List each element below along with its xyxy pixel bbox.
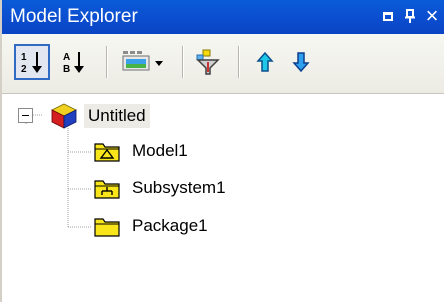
tree-root-label: Untitled	[84, 104, 150, 128]
tree-item-package1[interactable]: Package1	[94, 215, 208, 237]
svg-text:1: 1	[21, 52, 27, 63]
title-bar[interactable]: Model Explorer ×	[2, 0, 444, 34]
package-folder-icon	[94, 218, 120, 237]
svg-text:2: 2	[21, 64, 27, 75]
toolbar-separator	[106, 46, 108, 78]
tree-item-model1[interactable]: Model1	[94, 140, 188, 162]
svg-text:B: B	[63, 64, 70, 75]
toolbar-separator	[238, 46, 240, 78]
close-icon[interactable]: ×	[422, 3, 442, 28]
pin-icon[interactable]	[400, 6, 420, 26]
arrow-down-icon	[292, 52, 310, 73]
tree-root-node[interactable]: Untitled	[50, 102, 150, 130]
sort-alpha-button[interactable]: A B	[56, 44, 92, 80]
sort-numeric-icon: 1 2	[21, 52, 42, 75]
view-options-icon	[122, 51, 163, 71]
move-up-button[interactable]	[250, 44, 280, 80]
close-glyph: ×	[425, 3, 439, 28]
move-down-button[interactable]	[286, 44, 316, 80]
toolbar: 1 2 A B	[2, 34, 444, 94]
tree-item-label: Package1	[132, 216, 208, 235]
filter-icon	[196, 49, 220, 75]
sort-numeric-button[interactable]: 1 2	[14, 44, 50, 80]
view-dropdown-button[interactable]	[116, 44, 170, 80]
toolbar-separator	[182, 46, 184, 78]
window-title: Model Explorer	[10, 6, 138, 27]
arrow-up-icon	[256, 51, 274, 72]
tree-item-label: Subsystem1	[132, 178, 226, 197]
window-float-icon[interactable]	[378, 6, 398, 26]
tree-item-subsystem1[interactable]: Subsystem1	[94, 177, 226, 199]
tree-collapse-toggle[interactable]	[18, 108, 33, 123]
subsystem-folder-icon	[94, 180, 120, 199]
tree-item-label: Model1	[132, 141, 188, 160]
sort-alpha-icon: A B	[63, 52, 84, 75]
svg-text:A: A	[63, 52, 70, 63]
project-cube-icon	[51, 103, 77, 129]
model-explorer-window: Model Explorer × 1 2 A B Untitled Model1…	[0, 0, 444, 302]
model-folder-icon	[94, 143, 120, 162]
filter-button[interactable]	[190, 44, 226, 80]
